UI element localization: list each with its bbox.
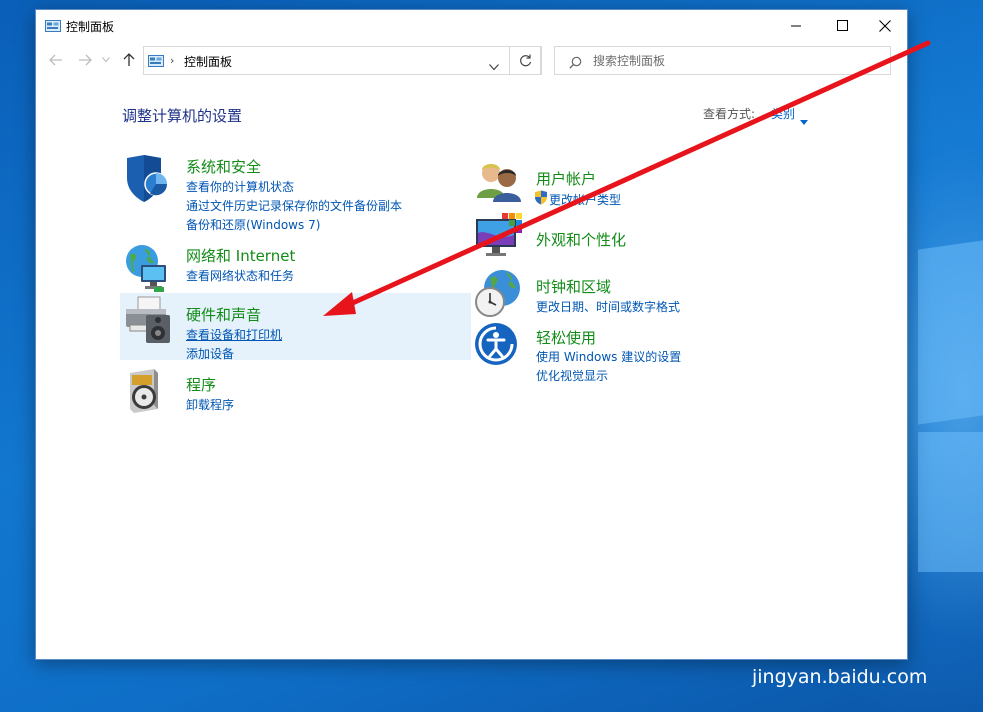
watermark-url: jingyan.baidu.com <box>752 666 928 688</box>
annotation-arrow <box>323 40 931 316</box>
watermark-brand: Baidu经验 <box>756 632 899 662</box>
